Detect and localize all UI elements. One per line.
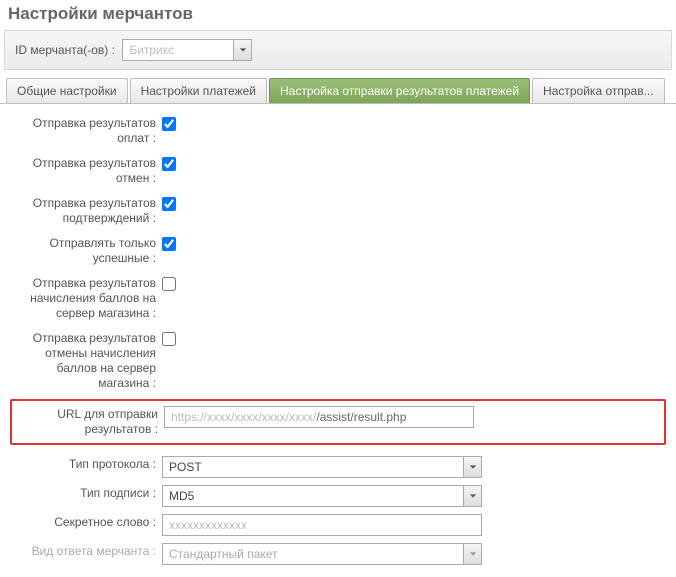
send-cancel-label: Отправка результатов отмен : [12, 154, 162, 188]
tab-2[interactable]: Настройка отправки результатов платежей [269, 78, 530, 103]
send-bonus-label: Отправка результатов начисления баллов н… [12, 274, 162, 323]
signature-label: Тип подписи : [12, 484, 162, 503]
url-obscured-prefix: https://xxxx/xxxx/xxxx/xxxx/ [171, 410, 316, 424]
chevron-down-icon [463, 486, 481, 506]
tab-3[interactable]: Настройка отправ... [532, 78, 665, 103]
chevron-down-icon [463, 544, 481, 564]
send-bonus-cancel-checkbox[interactable] [162, 332, 176, 346]
page-title: Настройки мерчантов [0, 0, 676, 30]
signature-value: MD5 [169, 489, 194, 503]
merchant-id-bar: ID мерчанта(-ов) : Битрикс [4, 30, 672, 70]
response-type-value: Стандартный пакет [169, 547, 278, 561]
protocol-select[interactable]: POST [162, 456, 482, 478]
send-payment-checkbox[interactable] [162, 117, 176, 131]
tabs: Общие настройкиНастройки платежейНастрой… [0, 78, 676, 104]
tab-1[interactable]: Настройки платежей [130, 78, 267, 103]
send-confirm-label: Отправка результатов подтверждений : [12, 194, 162, 228]
secret-label: Секретное слово : [12, 513, 162, 532]
url-suffix: /assist/result.php [316, 410, 406, 424]
send-confirm-checkbox[interactable] [162, 197, 176, 211]
url-label: URL для отправки результатов : [14, 405, 164, 439]
only-success-checkbox[interactable] [162, 237, 176, 251]
chevron-down-icon [463, 457, 481, 477]
send-bonus-checkbox[interactable] [162, 277, 176, 291]
url-input[interactable]: https://xxxx/xxxx/xxxx/xxxx/ /assist/res… [164, 406, 474, 428]
merchant-id-select[interactable]: Битрикс [122, 39, 252, 61]
protocol-value: POST [169, 460, 202, 474]
only-success-label: Отправлять только успешные : [12, 234, 162, 268]
merchant-id-value: Битрикс [129, 43, 174, 57]
form: Отправка результатов оплат : Отправка ре… [0, 104, 676, 577]
url-highlight: URL для отправки результатов : https://x… [10, 399, 666, 445]
signature-select[interactable]: MD5 [162, 485, 482, 507]
send-cancel-checkbox[interactable] [162, 157, 176, 171]
response-type-label: Вид ответа мерчанта : [12, 542, 162, 561]
send-bonus-cancel-label: Отправка результатов отмены начисления б… [12, 329, 162, 393]
tab-0[interactable]: Общие настройки [6, 78, 128, 103]
merchant-id-label: ID мерчанта(-ов) : [15, 43, 115, 57]
response-type-select[interactable]: Стандартный пакет [162, 543, 482, 565]
protocol-label: Тип протокола : [12, 455, 162, 474]
send-payment-label: Отправка результатов оплат : [12, 114, 162, 148]
chevron-down-icon [233, 40, 251, 60]
